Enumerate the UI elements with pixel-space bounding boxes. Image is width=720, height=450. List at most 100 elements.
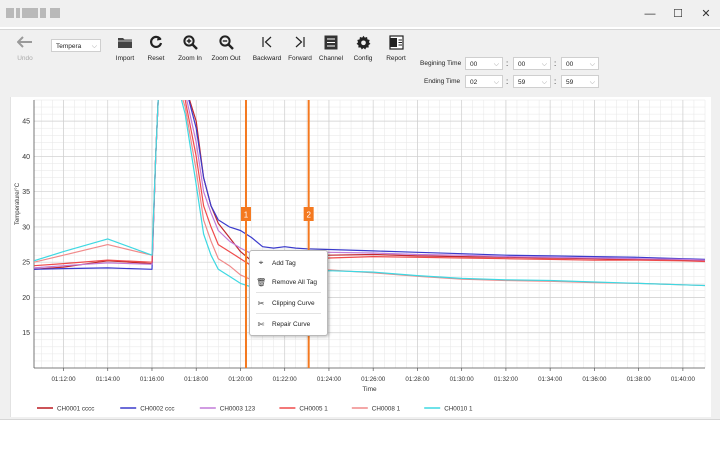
trash-icon: 🗑: [256, 277, 267, 287]
menu-divider: [256, 313, 321, 314]
channel-button[interactable]: Channel: [317, 32, 345, 76]
x-tick-label: 01:16:00: [140, 376, 165, 383]
begin-minute-select[interactable]: 00 ⌵: [513, 57, 551, 70]
import-button[interactable]: Import: [111, 32, 139, 76]
clipping-curve-label: Clipping Curve: [272, 299, 315, 307]
forward-button[interactable]: Forward: [286, 32, 314, 76]
x-tick-label: 01:20:00: [228, 376, 253, 383]
folder-icon: [111, 32, 139, 52]
undo-label: Undo: [17, 55, 33, 62]
context-menu: ⌖ Add Tag 🗑 Remove All Tag ✂ Clipping Cu…: [249, 250, 328, 336]
channel-label: Channel: [318, 55, 344, 62]
menu-divider: [256, 292, 321, 293]
zoom-out-button[interactable]: Zoom Out: [210, 32, 242, 76]
chevron-down-icon: ⌵: [541, 79, 547, 86]
repair-curve-menu-item[interactable]: ✄ Repair Curve: [250, 316, 327, 332]
config-label: Config: [353, 55, 373, 62]
legend-label: CH0001 cccc: [57, 406, 94, 413]
step-backward-icon: [253, 32, 281, 52]
close-button[interactable]: ✕: [692, 0, 720, 27]
x-tick-label: 01:14:00: [96, 376, 121, 383]
undo-arrow-icon: [11, 32, 39, 52]
backward-button[interactable]: Backward: [252, 32, 282, 76]
begin-hour-value: 00: [470, 61, 478, 68]
y-axis-title: Temperature/°C: [15, 182, 21, 225]
y-tick-label: 35: [22, 189, 30, 196]
chevron-down-icon: ⌵: [91, 43, 97, 50]
zoom-in-button[interactable]: Zoom In: [175, 32, 205, 76]
channel-list-icon: [317, 32, 345, 52]
end-second-select[interactable]: 59 ⌵: [561, 75, 599, 88]
remove-all-tag-menu-item[interactable]: 🗑 Remove All Tag: [250, 274, 327, 290]
forward-label: Forward: [288, 55, 312, 62]
x-tick-label: 01:22:00: [273, 376, 298, 383]
x-tick-label: 01:28:00: [405, 376, 430, 383]
clipping-curve-menu-item[interactable]: ✂ Clipping Curve: [250, 295, 327, 311]
config-button[interactable]: Config: [349, 32, 377, 76]
end-time-label: Ending Time: [424, 78, 461, 85]
reset-button[interactable]: Reset: [142, 32, 170, 76]
legend-label: CH0002 ccc: [140, 406, 174, 413]
x-tick-label: 01:40:00: [671, 376, 696, 383]
end-hour-value: 02: [470, 79, 478, 86]
series-line: [34, 100, 705, 270]
begin-second-value: 00: [566, 61, 574, 68]
refresh-icon: [142, 32, 170, 52]
end-minute-value: 59: [518, 79, 526, 86]
x-tick-label: 01:26:00: [361, 376, 386, 383]
y-tick-label: 30: [22, 224, 30, 231]
maximize-button[interactable]: ☐: [664, 0, 692, 27]
legend-label: CH0005 1: [299, 406, 328, 413]
repair-curve-label: Repair Curve: [272, 320, 311, 328]
undo-button[interactable]: Undo: [10, 32, 40, 76]
chevron-down-icon: ⌵: [589, 61, 595, 68]
scissors-icon: ✂: [257, 298, 265, 308]
time-separator: :: [506, 77, 509, 86]
legend-label: CH0008 1: [372, 406, 401, 413]
x-tick-label: 01:32:00: [494, 376, 519, 383]
toolbar: Undo Tempera ⌵ Import Reset Zoom In Zoom…: [10, 27, 710, 91]
end-hour-select[interactable]: 02 ⌵: [465, 75, 503, 88]
chevron-down-icon: ⌵: [541, 61, 547, 68]
legend-label: CH0010 1: [444, 406, 473, 413]
zoom-out-label: Zoom Out: [211, 55, 241, 62]
add-tag-label: Add Tag: [272, 259, 296, 267]
tag-marker-label: 1: [244, 211, 249, 220]
app-logo: [6, 8, 60, 18]
minimize-button[interactable]: —: [636, 0, 664, 27]
import-label: Import: [115, 55, 135, 62]
y-tick-label: 40: [22, 154, 30, 161]
report-document-icon: [382, 32, 410, 52]
channel-select-value: Tempera: [56, 43, 82, 50]
begin-second-select[interactable]: 00 ⌵: [561, 57, 599, 70]
begin-hour-select[interactable]: 00 ⌵: [465, 57, 503, 70]
channel-select[interactable]: Tempera ⌵: [51, 39, 101, 52]
x-axis-title: Time: [362, 386, 377, 393]
gear-icon: [349, 32, 377, 52]
series-line: [34, 100, 705, 270]
chevron-down-icon: ⌵: [493, 79, 499, 86]
series-line: [34, 100, 705, 274]
zoom-in-icon: [176, 32, 204, 52]
chevron-down-icon: ⌵: [493, 61, 499, 68]
x-tick-label: 01:30:00: [450, 376, 475, 383]
y-tick-label: 15: [22, 330, 30, 337]
tag-marker-label: 2: [306, 211, 311, 220]
time-separator: :: [554, 59, 557, 68]
y-tick-label: 45: [22, 119, 30, 126]
time-separator: :: [506, 59, 509, 68]
legend-label: CH0003 123: [220, 406, 256, 413]
tag-icon: ⌖: [258, 258, 264, 267]
begin-minute-value: 00: [518, 61, 526, 68]
report-button[interactable]: Report: [382, 32, 410, 76]
remove-all-tag-label: Remove All Tag: [272, 278, 318, 286]
report-label: Report: [386, 55, 406, 62]
step-forward-icon: [286, 32, 314, 52]
add-tag-menu-item[interactable]: ⌖ Add Tag: [250, 255, 327, 271]
y-tick-label: 20: [22, 295, 30, 302]
begin-time-label: Begining Time: [420, 60, 462, 67]
temperature-chart[interactable]: 15 20 25 30 35 40 45 01:12:00 01:14:00 01:16:00 01…: [11, 97, 711, 417]
x-tick-label: 01:18:00: [184, 376, 209, 383]
time-separator: :: [554, 77, 557, 86]
end-minute-select[interactable]: 59 ⌵: [513, 75, 551, 88]
